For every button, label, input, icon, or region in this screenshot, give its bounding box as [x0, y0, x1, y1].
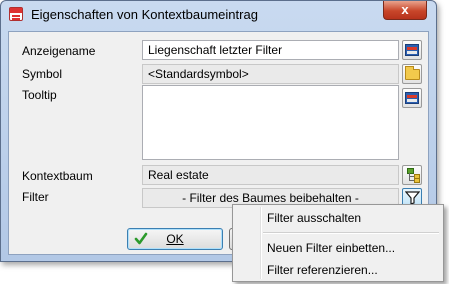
tooltip-label: Tooltip: [22, 88, 57, 102]
anzeigename-label: Anzeigename: [22, 44, 96, 58]
menu-gutter: [260, 207, 262, 279]
anzeigename-translate-button[interactable]: [402, 40, 422, 60]
tree-icon: [406, 168, 420, 183]
menu-item-neuen-filter-einbetten[interactable]: Neuen Filter einbetten...: [267, 241, 395, 255]
window-title: Eigenschaften von Kontextbaumeintrag: [31, 7, 258, 22]
ok-button[interactable]: OK: [127, 228, 223, 250]
translation-book-icon: [405, 44, 419, 56]
open-folder-icon: [405, 66, 420, 80]
menu-item-filter-ausschalten[interactable]: Filter ausschalten: [267, 211, 361, 225]
funnel-filter-icon: [405, 191, 420, 205]
title-bar: Eigenschaften von Kontextbaumeintrag x: [1, 1, 436, 29]
tooltip-textarea[interactable]: [142, 85, 399, 160]
filter-context-menu: Filter ausschalten Neuen Filter einbette…: [232, 204, 444, 282]
close-button[interactable]: x: [383, 1, 427, 20]
symbol-label: Symbol: [22, 67, 63, 81]
filter-label: Filter: [22, 190, 49, 204]
ok-button-label: OK: [166, 232, 184, 246]
menu-item-filter-referenzieren[interactable]: Filter referenzieren...: [267, 263, 378, 277]
symbol-browse-button[interactable]: [402, 64, 422, 84]
kontextbaum-label: Kontextbaum: [22, 169, 93, 183]
anzeigename-field[interactable]: Liegenschaft letzter Filter: [142, 40, 399, 60]
kontextbaum-field: Real estate: [142, 165, 399, 185]
app-icon: [9, 7, 23, 21]
tooltip-translate-button[interactable]: [402, 88, 422, 108]
kontextbaum-select-button[interactable]: [402, 165, 422, 185]
symbol-field: <Standardsymbol>: [142, 64, 399, 84]
checkmark-icon: [134, 232, 148, 245]
menu-separator: [263, 232, 439, 234]
translation-book-icon: [405, 92, 419, 104]
